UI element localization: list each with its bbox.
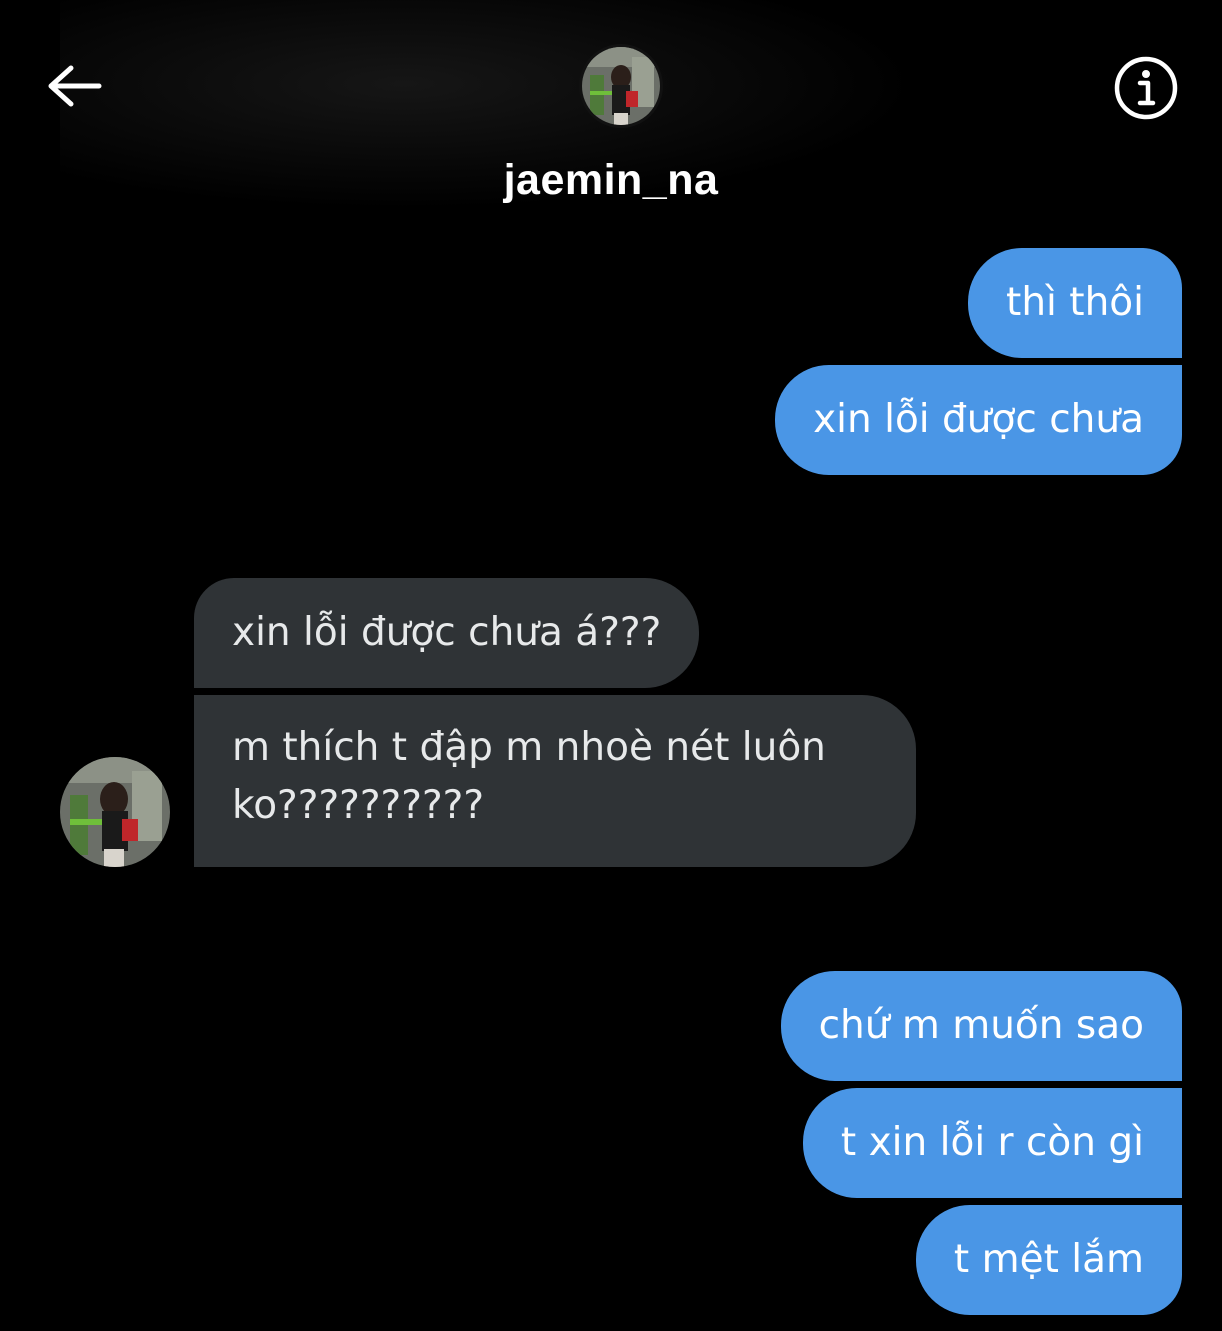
message-text-line: m thích t đập m nhoè nét luôn bbox=[232, 725, 826, 770]
message-text: thì thôi bbox=[1006, 280, 1144, 325]
header-avatar[interactable] bbox=[579, 44, 663, 128]
message-bubble-outgoing[interactable]: thì thôi bbox=[968, 248, 1182, 358]
back-button[interactable] bbox=[40, 56, 110, 116]
conversation-username[interactable]: jaemin_na bbox=[0, 156, 1222, 205]
message-text: xin lỗi được chưa á??? bbox=[232, 610, 662, 655]
message-bubble-incoming[interactable]: xin lỗi được chưa á??? bbox=[194, 578, 700, 688]
avatar-photo bbox=[582, 47, 660, 125]
message-text: t mệt lắm bbox=[953, 1237, 1144, 1282]
message-text: xin lỗi được chưa bbox=[813, 397, 1144, 442]
avatar-photo bbox=[60, 757, 170, 867]
message-bubble-outgoing[interactable]: t mệt lắm bbox=[915, 1205, 1182, 1315]
info-circle-icon bbox=[1114, 56, 1178, 120]
message-text: t xin lỗi r còn gì bbox=[840, 1120, 1144, 1165]
message-text: chứ m muốn sao bbox=[818, 1003, 1144, 1048]
message-bubble-outgoing[interactable]: xin lỗi được chưa bbox=[775, 365, 1182, 475]
message-bubble-outgoing[interactable]: chứ m muốn sao bbox=[780, 971, 1182, 1081]
message-text-line: ko?????????? bbox=[232, 783, 485, 828]
message-bubble-outgoing[interactable]: t xin lỗi r còn gì bbox=[802, 1088, 1182, 1198]
message-bubble-incoming[interactable]: m thích t đập m nhoè nét luôn ko????????… bbox=[194, 695, 916, 867]
arrow-left-icon bbox=[48, 65, 102, 107]
info-button[interactable] bbox=[1110, 52, 1182, 124]
sender-avatar[interactable] bbox=[60, 757, 170, 867]
